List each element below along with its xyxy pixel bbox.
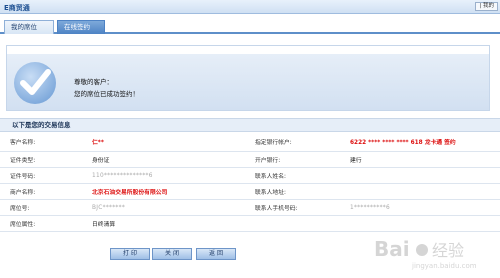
table-row: 客户名称: 仁** 指定银行帐户: 6222 **** **** **** 61… (0, 132, 500, 152)
value-id-number: 110**************6 (92, 172, 153, 179)
print-button[interactable]: 打 印 (110, 248, 150, 260)
transaction-info-table: 以下是您的交易信息 客户名称: 仁** 指定银行帐户: 6222 **** **… (0, 118, 500, 232)
brand-logo: E商贸通 (4, 4, 30, 12)
svg-text:Bai: Bai (374, 237, 410, 261)
value-seat-number: BJC******* (92, 204, 126, 211)
value-bank-account: 6222 **** **** **** 618 龙卡通 签约 (350, 140, 456, 146)
value-contact-name (350, 168, 490, 183)
top-right-link[interactable]: | 我的 (475, 2, 498, 11)
baidu-watermark-logo: Bai 经验 jingyan.baidu.com (374, 237, 477, 270)
svg-text:经验: 经验 (432, 241, 464, 260)
section-title: 以下是您的交易信息 (0, 119, 500, 132)
close-button[interactable]: 关 闭 (152, 248, 192, 260)
label-contact-name: 联系人姓名: (255, 174, 286, 180)
tab-bar: 我的席位 在线签约 (0, 18, 500, 34)
label-id-type: 证件类型: (10, 158, 36, 164)
back-button[interactable]: 返 回 (196, 248, 236, 260)
table-row: 证件号码: 110**************6 联系人姓名: (0, 168, 500, 184)
value-seat-attribute: 日终清算 (92, 222, 116, 228)
success-message: 您的席位已成功签约！ (74, 90, 139, 98)
label-customer-name: 客户名称: (10, 140, 36, 146)
table-row: 席位属性: 日终清算 (0, 216, 500, 232)
table-row: 席位号: BJC******* 联系人手机号码: 1**********6 (0, 200, 500, 216)
label-contact-address: 联系人地址: (255, 190, 286, 196)
value-id-type: 身份证 (92, 158, 110, 164)
label-seat-number: 席位号: (10, 206, 30, 212)
tab-my-seat[interactable]: 我的席位 (4, 20, 54, 34)
tab-online-signing[interactable]: 在线签约 (57, 20, 105, 34)
label-contact-phone: 联系人手机号码: (255, 206, 298, 212)
label-id-number: 证件号码: (10, 174, 36, 180)
label-merchant-name: 商户名称: (10, 190, 36, 196)
top-bar: E商贸通 | 我的 (0, 0, 500, 14)
value-contact-phone: 1**********6 (350, 204, 390, 211)
label-bank-account: 指定银行帐户: (255, 140, 292, 146)
success-panel: 尊敬的客户： 您的席位已成功签约！ (6, 45, 490, 111)
table-row: 商户名称: 北京石油交易所股份有限公司 联系人地址: (0, 184, 500, 200)
value-bank: 建行 (350, 158, 362, 164)
value-merchant-name: 北京石油交易所股份有限公司 (92, 190, 168, 196)
svg-text:jingyan.baidu.com: jingyan.baidu.com (411, 262, 477, 270)
value-customer-name: 仁** (92, 140, 104, 146)
label-seat-attribute: 席位属性: (10, 222, 36, 228)
greeting-text: 尊敬的客户： (74, 78, 113, 86)
value-contact-address (350, 184, 490, 199)
label-bank: 开户银行: (255, 158, 281, 164)
checkmark-icon (14, 62, 56, 104)
table-row: 证件类型: 身份证 开户银行: 建行 (0, 152, 500, 168)
